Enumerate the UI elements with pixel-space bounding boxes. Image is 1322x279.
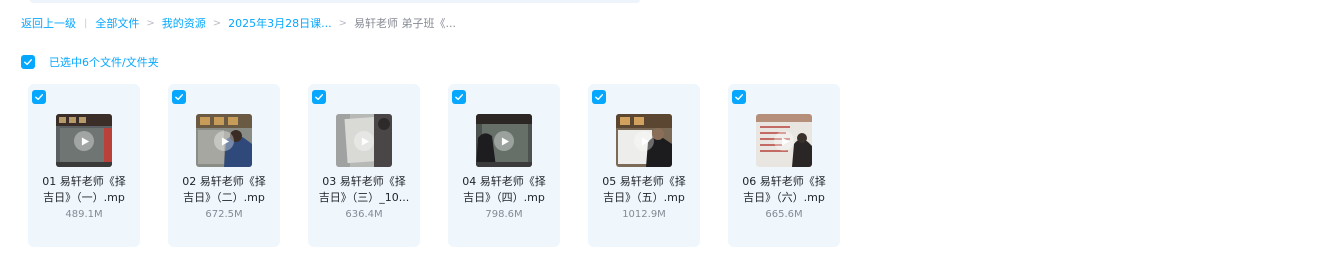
select-all-row: 已选中6个文件/文件夹 <box>21 55 159 69</box>
file-name-line2: 吉日》（六）.mp <box>743 191 825 204</box>
selection-count-text: 已选中6个文件/文件夹 <box>49 56 159 69</box>
file-name-line2: 吉日》（五）.mp <box>603 191 685 204</box>
play-icon <box>774 131 794 151</box>
file-name: 06 易轩老师《择 吉日》（六）.mp <box>734 174 834 206</box>
video-thumbnail[interactable] <box>756 114 812 167</box>
video-thumbnail[interactable] <box>336 114 392 167</box>
breadcrumb-course-folder[interactable]: 2025年3月28日课... <box>228 15 331 31</box>
file-name: 04 易轩老师《择 吉日》（四）.mp <box>454 174 554 206</box>
file-name-line2: 吉日》（三）_10... <box>318 191 410 204</box>
file-card[interactable]: 01 易轩老师《择 吉日》（一）.mp 489.1M <box>28 84 140 247</box>
file-name-line1: 03 易轩老师《择 <box>322 175 406 188</box>
file-size: 798.6M <box>485 209 523 220</box>
file-card[interactable]: 04 易轩老师《择 吉日》（四）.mp 798.6M <box>448 84 560 247</box>
file-checkbox[interactable] <box>452 90 466 104</box>
check-icon <box>595 94 603 101</box>
file-card[interactable]: 06 易轩老师《择 吉日》（六）.mp 665.6M <box>728 84 840 247</box>
video-thumbnail[interactable] <box>616 114 672 167</box>
file-size: 636.4M <box>345 209 383 220</box>
play-icon <box>354 131 374 151</box>
file-checkbox[interactable] <box>32 90 46 104</box>
select-all-checkbox[interactable] <box>21 55 35 69</box>
chevron-right-icon: > <box>146 17 155 29</box>
file-name-line2: 吉日》（二）.mp <box>183 191 265 204</box>
file-card[interactable]: 02 易轩老师《择 吉日》（二）.mp 672.5M <box>168 84 280 247</box>
file-name-line1: 05 易轩老师《择 <box>602 175 686 188</box>
file-checkbox[interactable] <box>592 90 606 104</box>
breadcrumb-all-files[interactable]: 全部文件 <box>95 15 139 31</box>
file-card[interactable]: 03 易轩老师《择 吉日》（三）_10... 636.4M <box>308 84 420 247</box>
play-icon <box>634 131 654 151</box>
separator: | <box>84 17 88 29</box>
check-icon <box>35 94 43 101</box>
check-icon <box>175 94 183 101</box>
play-icon <box>494 131 514 151</box>
file-checkbox[interactable] <box>172 90 186 104</box>
check-icon <box>455 94 463 101</box>
file-name-line1: 02 易轩老师《择 <box>182 175 266 188</box>
chevron-right-icon: > <box>212 17 222 29</box>
file-name: 05 易轩老师《择 吉日》（五）.mp <box>594 174 694 206</box>
breadcrumb: 返回上一级 | 全部文件 > 我的资源 > 2025年3月28日课... > 易… <box>21 15 456 31</box>
play-icon <box>214 131 234 151</box>
file-checkbox[interactable] <box>732 90 746 104</box>
file-size: 1012.9M <box>622 209 666 220</box>
video-thumbnail[interactable] <box>56 114 112 167</box>
file-checkbox[interactable] <box>312 90 326 104</box>
file-name: 01 易轩老师《择 吉日》（一）.mp <box>34 174 134 206</box>
file-name: 03 易轩老师《择 吉日》（三）_10... <box>314 174 414 206</box>
file-card[interactable]: 05 易轩老师《择 吉日》（五）.mp 1012.9M <box>588 84 700 247</box>
file-size: 489.1M <box>65 209 103 220</box>
file-name-line1: 06 易轩老师《择 <box>742 175 826 188</box>
file-grid: 01 易轩老师《择 吉日》（一）.mp 489.1M 02 易轩老师《择 吉日》（二… <box>28 84 840 247</box>
file-size: 665.6M <box>765 209 803 220</box>
video-thumbnail[interactable] <box>196 114 252 167</box>
back-link[interactable]: 返回上一级 <box>21 15 76 31</box>
chevron-right-icon: > <box>338 17 348 29</box>
file-size: 672.5M <box>205 209 243 220</box>
breadcrumb-my-resources[interactable]: 我的资源 <box>162 15 206 31</box>
check-icon <box>24 59 32 66</box>
file-name-line2: 吉日》（一）.mp <box>43 191 125 204</box>
top-strip <box>30 0 640 3</box>
file-name-line1: 01 易轩老师《择 <box>42 175 126 188</box>
file-name: 02 易轩老师《择 吉日》（二）.mp <box>174 174 274 206</box>
file-name-line2: 吉日》（四）.mp <box>463 191 545 204</box>
check-icon <box>735 94 743 101</box>
video-thumbnail[interactable] <box>476 114 532 167</box>
play-icon <box>74 131 94 151</box>
file-name-line1: 04 易轩老师《择 <box>462 175 546 188</box>
check-icon <box>315 94 323 101</box>
breadcrumb-current-folder: 易轩老师 弟子班《... <box>354 17 457 30</box>
